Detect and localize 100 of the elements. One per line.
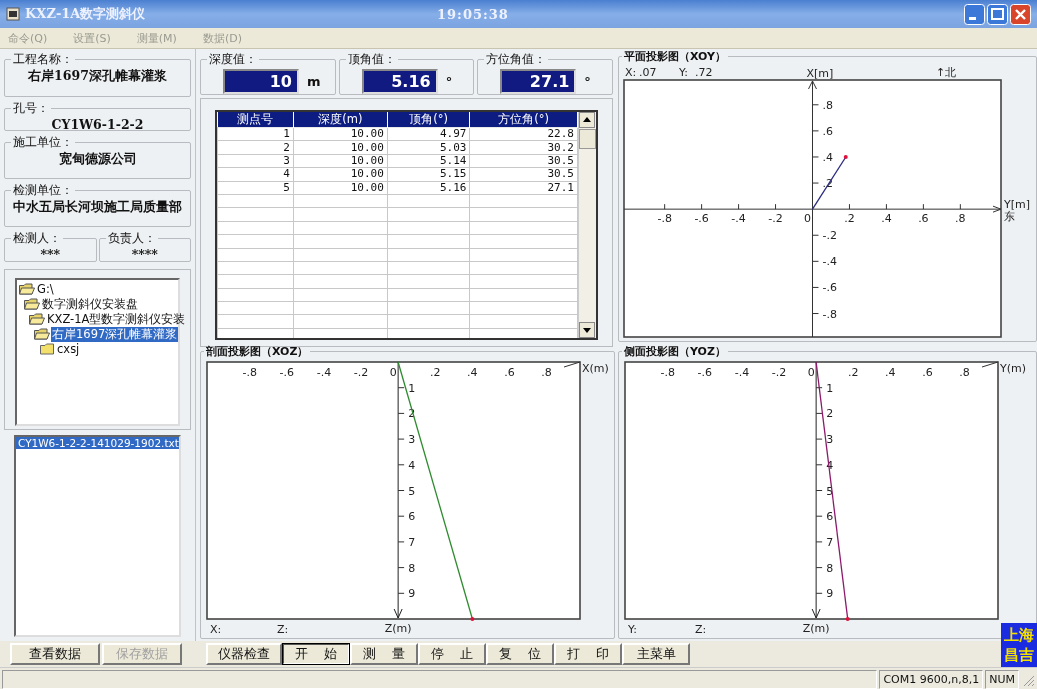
close-icon[interactable] <box>1010 3 1031 25</box>
file-item[interactable]: CY1W6-1-2-2-141029-1902.txt <box>16 436 179 449</box>
scroll-up-icon[interactable] <box>579 112 595 128</box>
field-label: 孔号： <box>12 99 50 117</box>
tick-label: -.6 <box>279 366 295 379</box>
table-cell: 3 <box>217 154 294 168</box>
column-header[interactable]: 深度(m) <box>293 112 388 128</box>
tick-label: -.4 <box>316 366 332 379</box>
window-title: KXZ-1A数字测斜仪 <box>25 5 146 23</box>
tick-label: .4 <box>822 150 833 164</box>
chart-title: 平面投影图（XOY） <box>623 49 727 64</box>
tick-mark <box>397 490 405 491</box>
command-button[interactable]: 打 印 <box>554 643 622 665</box>
tick-mark <box>397 412 405 414</box>
column-header[interactable]: 顶角(°) <box>387 112 470 128</box>
tick-mark <box>812 286 819 288</box>
table-cell: 10.00 <box>293 167 388 182</box>
data-button[interactable]: 查看数据 <box>10 643 100 665</box>
field-value: 宽甸德源公司 <box>57 150 138 166</box>
table-cell: 5 <box>217 181 294 195</box>
tick-label: .6 <box>918 212 929 226</box>
axis-label: X[m] <box>806 67 834 80</box>
tick-label: 6 <box>408 510 416 524</box>
field-value: 中水五局长河坝施工局质量部 <box>12 199 183 215</box>
command-button[interactable]: 主菜单 <box>622 643 690 665</box>
tick-label: -.8 <box>657 212 672 226</box>
tick-mark <box>812 156 819 158</box>
table-cell: 10.00 <box>293 140 388 155</box>
chart-title: 剖面投影图（XOZ） <box>205 344 310 359</box>
tick-mark <box>664 203 666 210</box>
folder-item[interactable]: KXZ-1A型数字测斜仪安装 <box>46 311 187 327</box>
tick-mark <box>959 203 961 210</box>
table-cell: 5.03 <box>387 140 470 155</box>
folder-item[interactable]: 数字测斜仪安装盘 <box>41 296 139 312</box>
minimize-icon[interactable] <box>964 3 985 25</box>
tick-mark <box>812 234 819 236</box>
readout-label: 顶角值： <box>346 51 397 68</box>
readout-value: 5.16 <box>361 69 438 94</box>
coordinate-label: X: <box>625 66 637 79</box>
table-cell: 30.5 <box>469 167 578 182</box>
scroll-down-icon[interactable] <box>579 322 595 338</box>
clock-time: 19:05:38 <box>437 7 509 22</box>
x-axis <box>981 361 999 368</box>
east-label: 东 <box>1004 210 1015 224</box>
tick-label: .2 <box>430 366 441 379</box>
tick-mark <box>701 203 703 210</box>
readout-label: 方位角值： <box>485 51 548 68</box>
scrollbar[interactable] <box>578 112 596 338</box>
tick-label: .6 <box>822 124 833 138</box>
folder-item[interactable]: 右岸1697深孔帷幕灌浆 <box>51 326 179 342</box>
column-header[interactable]: 方位角(°) <box>469 112 578 128</box>
scroll-thumb[interactable] <box>579 129 596 149</box>
maximize-icon[interactable] <box>987 3 1008 25</box>
column-header[interactable]: 测点号 <box>217 112 294 128</box>
field-value: CY1W6-1-2-2 <box>50 116 145 132</box>
x-axis <box>563 361 581 368</box>
table-cell: 2 <box>217 140 294 155</box>
field-value: 右岸1697深孔帷幕灌浆 <box>27 68 168 83</box>
company-logo: 上海昌吉 <box>1001 623 1037 667</box>
coordinate-label: Z: <box>277 623 289 636</box>
tick-label: 9 <box>826 587 834 601</box>
tick-label: .4 <box>881 212 892 226</box>
coordinate-value: .07 <box>639 66 657 79</box>
command-button[interactable]: 开 始 <box>282 643 350 665</box>
field-label: 施工单位： <box>12 133 74 151</box>
tick-label: 0 <box>389 366 397 379</box>
north-label: ↑北 <box>936 66 957 79</box>
table-cell: 4.97 <box>387 127 470 141</box>
tick-label: 0 <box>807 366 815 379</box>
tick-label: 7 <box>408 535 416 549</box>
readout-label: 深度值： <box>208 51 258 68</box>
tick-label: -.6 <box>694 212 709 226</box>
folder-item[interactable]: cxsj <box>56 342 81 357</box>
tick-label: -.8 <box>822 307 837 321</box>
field-label: 负责人： <box>106 229 157 247</box>
tick-label: -.4 <box>731 212 746 226</box>
tick-mark <box>815 387 823 389</box>
tick-label: .2 <box>848 366 859 379</box>
tick-label: 2 <box>826 407 834 421</box>
table-cell: 22.8 <box>469 127 578 141</box>
tick-label: -.2 <box>353 366 369 379</box>
tick-label: 3 <box>408 433 416 447</box>
command-button[interactable]: 停 止 <box>418 643 486 665</box>
tick-mark <box>815 490 823 491</box>
command-button[interactable]: 仪器检查 <box>206 643 282 665</box>
folder-item[interactable]: G:\ <box>36 282 55 297</box>
tick-mark <box>848 203 850 210</box>
command-button[interactable]: 测 量 <box>350 643 418 665</box>
field-label: 检测人： <box>12 229 62 247</box>
table-cell: 30.5 <box>469 154 578 168</box>
field-value: *** <box>39 246 62 262</box>
axis-label: Y[m] <box>1004 198 1031 212</box>
end-point <box>843 154 848 159</box>
coordinate-label: Y: <box>628 623 637 636</box>
tick-mark <box>815 541 823 543</box>
table-cell: 10.00 <box>293 181 388 195</box>
axis-label: Z(m) <box>802 622 830 635</box>
axis-label: Y(m) <box>1000 362 1027 375</box>
tick-label: -.4 <box>734 366 750 379</box>
command-button[interactable]: 复 位 <box>486 643 554 665</box>
